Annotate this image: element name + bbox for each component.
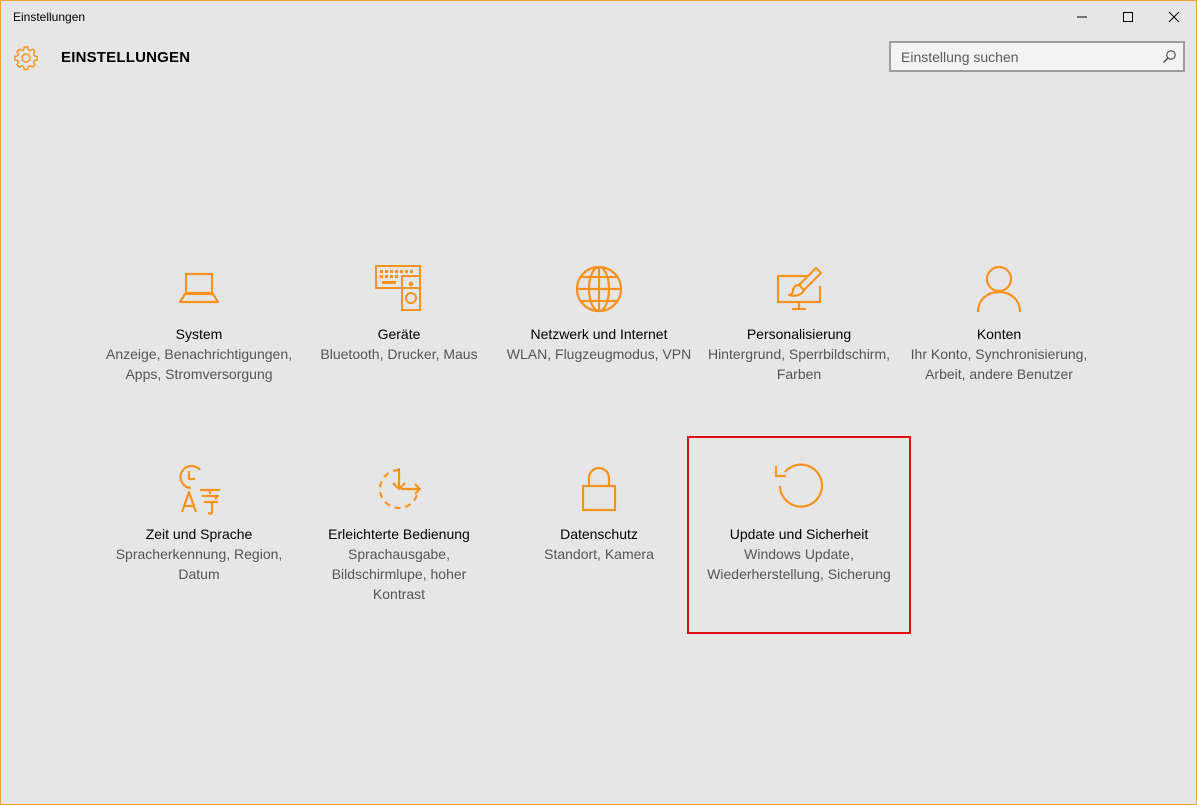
time-language-icon	[179, 464, 220, 515]
personalization-icon	[776, 266, 823, 311]
tile-description: Standort, Kamera	[544, 546, 654, 562]
tile-label: Konten	[976, 326, 1022, 342]
close-button[interactable]	[1151, 1, 1197, 32]
tile-system[interactable]: System Anzeige, Benachrichtigungen, Apps…	[104, 262, 294, 384]
tile-personalization[interactable]: Personalisierung Hintergrund, Sperrbilds…	[704, 262, 894, 384]
ease-of-access-icon	[378, 468, 422, 510]
minimize-button[interactable]	[1059, 1, 1105, 32]
maximize-button[interactable]	[1105, 1, 1151, 32]
tile-label: Erleichterte Bedienung	[328, 526, 470, 542]
search-input[interactable]	[891, 43, 1163, 70]
tile-label: System	[175, 326, 223, 342]
lock-icon	[581, 466, 617, 512]
search-icon[interactable]	[1162, 49, 1177, 64]
page-title: EINSTELLUNGEN	[61, 49, 191, 66]
person-icon	[976, 265, 1022, 313]
tile-description: Bluetooth, Drucker, Maus	[320, 346, 478, 362]
window-title: Einstellungen	[13, 10, 86, 24]
tile-label: Zeit und Sprache	[145, 526, 253, 542]
tile-privacy[interactable]: Datenschutz Standort, Kamera	[504, 462, 694, 564]
tile-description: WLAN, Flugzeugmodus, VPN	[506, 346, 692, 362]
settings-window: Einstellungen EINSTELLUNGEN Einstellung …	[0, 0, 1197, 805]
tile-description: Spracherkennung, Region, Datum	[115, 546, 283, 582]
tile-label: Geräte	[377, 326, 421, 342]
search-box[interactable]	[889, 41, 1185, 72]
app-header: EINSTELLUNGEN	[1, 32, 1196, 82]
laptop-icon	[178, 272, 220, 304]
close-icon	[1168, 11, 1180, 22]
tile-description: Anzeige, Benachrichtigungen, Apps, Strom…	[105, 346, 293, 382]
tile-time-language[interactable]: Zeit und Sprache Spracherkennung, Region…	[104, 462, 294, 584]
maximize-icon	[1123, 11, 1133, 22]
tile-network[interactable]: Netzwerk und Internet WLAN, Flugzeugmodu…	[504, 262, 694, 364]
tile-ease-of-access[interactable]: Erleichterte Bedienung Sprachausgabe, Bi…	[304, 462, 494, 604]
title-bar[interactable]: Einstellungen	[1, 1, 1196, 32]
tile-description: Ihr Konto, Synchronisierung, Arbeit, and…	[910, 346, 1088, 382]
tile-devices[interactable]: Geräte Bluetooth, Drucker, Maus	[304, 262, 494, 364]
devices-icon	[375, 265, 421, 311]
tile-description: Hintergrund, Sperrbildschirm, Farben	[707, 346, 891, 382]
tile-accounts[interactable]: Konten Ihr Konto, Synchronisierung, Arbe…	[904, 262, 1094, 384]
minimize-icon	[1077, 16, 1087, 17]
tile-label: Datenschutz	[560, 526, 638, 542]
tile-label: Netzwerk und Internet	[530, 326, 668, 342]
gear-icon	[14, 46, 38, 71]
tile-description: Windows Update, Wiederherstellung, Siche…	[707, 546, 891, 582]
update-icon	[774, 463, 824, 508]
globe-icon	[575, 265, 623, 313]
tile-label: Personalisierung	[746, 326, 852, 342]
tile-update-security[interactable]: Update und Sicherheit Windows Update, Wi…	[704, 462, 894, 584]
tile-label: Update und Sicherheit	[729, 526, 869, 542]
tile-description: Sprachausgabe, Bildschirmlupe, hoher Kon…	[331, 546, 467, 602]
